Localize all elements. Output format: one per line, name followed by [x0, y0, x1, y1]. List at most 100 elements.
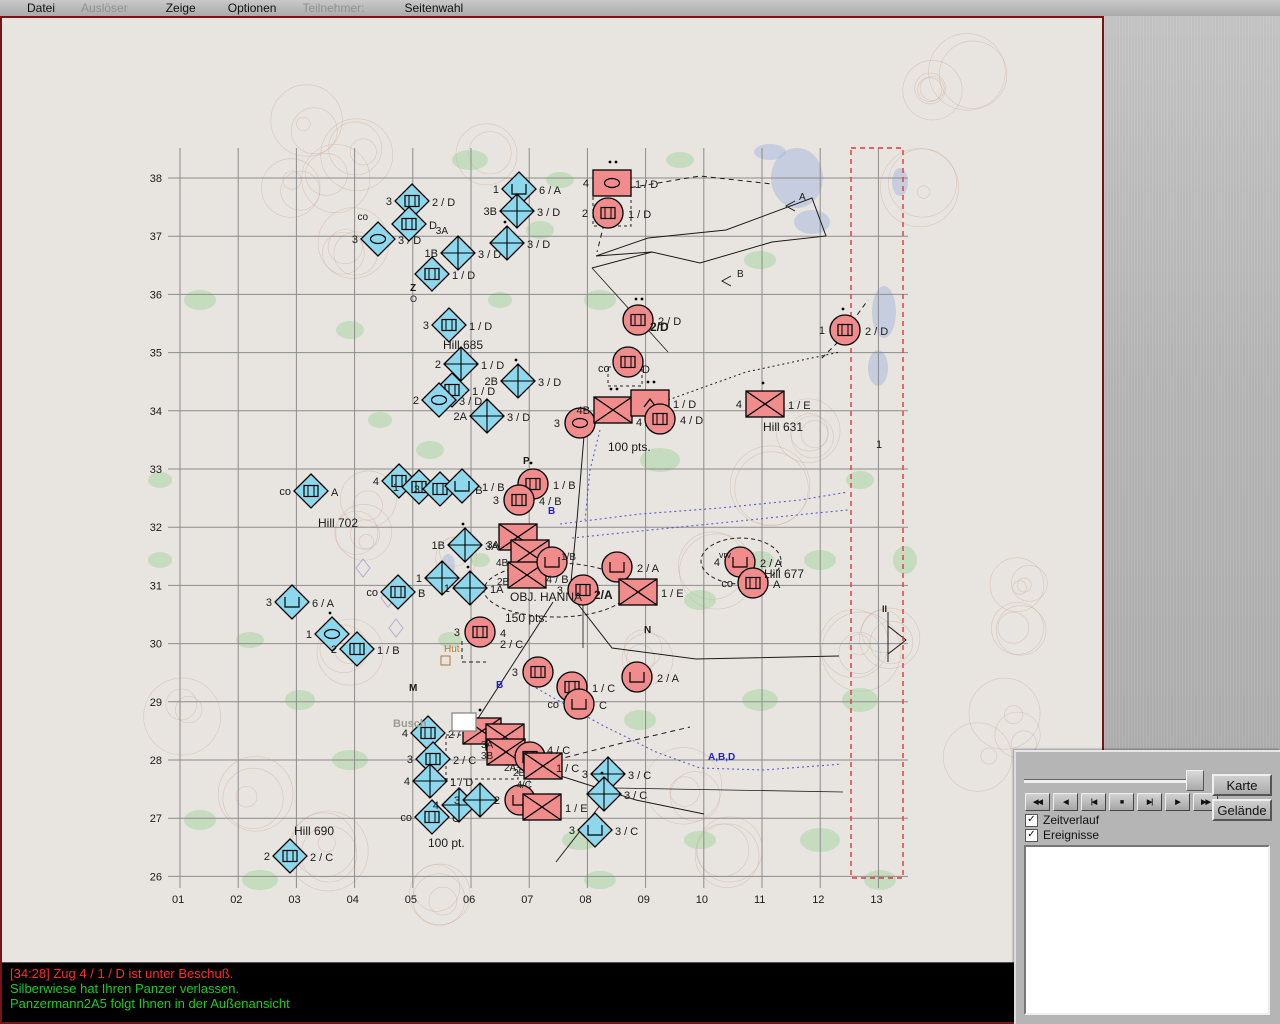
- grid-col-06: 06: [463, 894, 475, 906]
- unit-label-right: 4 / D: [680, 415, 703, 427]
- map-text: 3A: [481, 740, 494, 751]
- unit-label-right: 1 / B: [553, 480, 576, 492]
- unit-label-right: 1 / E: [565, 803, 588, 815]
- grid-row-30: 30: [150, 639, 162, 651]
- enemy-unit-39[interactable]: [613, 347, 643, 377]
- unit-label-right: 3 / D: [538, 377, 561, 389]
- grid-row-34: 34: [150, 406, 162, 418]
- unit-label-left: 3: [454, 795, 460, 807]
- enemy-unit-43[interactable]: [645, 404, 675, 434]
- grid-col-03: 03: [288, 894, 300, 906]
- grid-row-33: 33: [150, 464, 162, 476]
- map-text: M: [409, 683, 417, 694]
- neutral-unit-69[interactable]: [452, 713, 476, 731]
- unit-label-left: 3: [352, 234, 358, 246]
- unit-label-bottom: 2 / C: [500, 639, 523, 651]
- menu-item-optionen[interactable]: Optionen: [215, 1, 290, 15]
- map-text: 150 pts.: [505, 611, 548, 625]
- karte-button[interactable]: Karte: [1212, 774, 1272, 796]
- tactical-map[interactable]: 0102030405060708091011121338373635343332…: [2, 18, 1102, 962]
- map-text: A: [799, 192, 806, 203]
- pb-button-5[interactable]: ▶: [1165, 793, 1190, 811]
- pb-button-2[interactable]: |◀: [1081, 793, 1106, 811]
- map-text: OBJ. HANNA: [510, 590, 582, 604]
- unit-label-right: 2 / A: [637, 563, 660, 575]
- enemy-unit-61[interactable]: [622, 662, 652, 692]
- map-text: Busch: [393, 718, 427, 730]
- map-text: 3B: [481, 751, 494, 762]
- enemy-unit-57[interactable]: [465, 617, 495, 647]
- menu-item-datei[interactable]: Datei: [14, 1, 68, 15]
- map-text: Hill 702: [318, 516, 358, 530]
- pb-button-1[interactable]: ◀: [1053, 793, 1078, 811]
- map-text: 4B: [496, 558, 509, 569]
- unit-label-right: 2 / A: [657, 673, 680, 685]
- unit-label-left: 4B: [577, 405, 590, 417]
- unit-label-left: 3: [454, 627, 460, 639]
- message-console: [34:28] Zug 4 / 1 / D ist unter Beschuß.…: [2, 962, 1014, 1022]
- pb-button-3[interactable]: ■: [1109, 793, 1134, 811]
- enemy-unit-37[interactable]: [593, 198, 623, 228]
- map-text: 100 pt.: [428, 836, 465, 850]
- enemy-unit-60[interactable]: [564, 689, 594, 719]
- enemy-unit-68[interactable]: [523, 794, 561, 820]
- unit-label-right: 3 / C: [624, 790, 647, 802]
- scrub-handle[interactable]: [1186, 770, 1204, 791]
- checkbox-zeitverlauf[interactable]: ✓: [1025, 814, 1038, 827]
- console-line-2: Panzermann2A5 folgt Ihnen in der Außenan…: [10, 996, 1014, 1011]
- unit-label-right: 2 / C: [310, 852, 333, 864]
- map-text: Hill 685: [443, 338, 483, 352]
- checkbox-row-zeitverlauf: ✓Zeitverlauf: [1025, 813, 1099, 827]
- grid-row-35: 35: [150, 348, 162, 360]
- unit-label-right: 3 / D: [459, 396, 482, 408]
- menu-item-auslser: Auslöser: [68, 1, 141, 15]
- playback-panel: ◀◀◀|◀■▶|▶▶▶ Karte Gelände ✓Zeitverlauf✓E…: [1014, 750, 1280, 1024]
- event-list[interactable]: [1024, 845, 1270, 1015]
- unit-label-left: 1: [393, 482, 399, 494]
- unit-label-right: 6 / A: [539, 185, 562, 197]
- pb-button-0[interactable]: ◀◀: [1025, 793, 1050, 811]
- menu-item-seitenwahl[interactable]: Seitenwahl: [391, 1, 476, 15]
- unit-label-left: co: [547, 699, 559, 711]
- grid-row-36: 36: [150, 289, 162, 301]
- map-text: 2/D: [650, 320, 669, 334]
- gelaende-button[interactable]: Gelände: [1212, 799, 1272, 821]
- unit-label-left: 1: [444, 583, 450, 595]
- unit-label-left: 4: [583, 178, 589, 190]
- menu-item-teilnehmer: Teilnehmer:: [289, 1, 377, 15]
- unit-label-left: 3: [266, 597, 272, 609]
- grid-col-11: 11: [754, 894, 765, 906]
- unit-label-right: 1 / D: [628, 209, 651, 221]
- enemy-unit-53[interactable]: [602, 552, 632, 582]
- pb-button-4[interactable]: ▶|: [1137, 793, 1162, 811]
- unit-label-left: 4: [736, 399, 742, 411]
- grid-row-31: 31: [150, 580, 162, 592]
- unit-label-left: 4: [433, 800, 439, 812]
- unit-label-left: 1: [819, 325, 825, 337]
- grid-row-38: 38: [150, 173, 162, 185]
- menu-bar: DateiAuslöser Zeige OptionenTeilnehmer: Sei…: [0, 0, 1280, 16]
- map-text: 100 pts.: [608, 440, 651, 454]
- unit-label-left: 3: [386, 196, 392, 208]
- map-text: A,B,D: [708, 752, 735, 763]
- menu-item-zeige[interactable]: Zeige: [153, 1, 209, 15]
- scrub-track[interactable]: [1024, 779, 1202, 783]
- unit-label-right: 1 / D: [450, 777, 473, 789]
- checkbox-ereignisse[interactable]: ✓: [1025, 829, 1038, 842]
- enemy-unit-54[interactable]: [619, 579, 657, 605]
- enemy-unit-58[interactable]: [523, 657, 553, 687]
- unit-label-left: 3: [414, 484, 420, 496]
- map-text: P: [523, 456, 530, 467]
- unit-label-left: 4: [373, 476, 379, 488]
- enemy-unit-47[interactable]: [504, 485, 534, 515]
- grid-row-32: 32: [150, 522, 162, 534]
- unit-label-right: 1 / C: [592, 683, 615, 695]
- map-text: N: [644, 625, 651, 636]
- unit-label-left: 4: [404, 776, 410, 788]
- grid-col-12: 12: [812, 894, 824, 906]
- unit-label-left: 3: [569, 825, 575, 837]
- unit-label-left: 3: [407, 754, 413, 766]
- map-text: D: [642, 364, 650, 376]
- grid-row-37: 37: [150, 231, 162, 243]
- grid-row-26: 26: [150, 871, 162, 883]
